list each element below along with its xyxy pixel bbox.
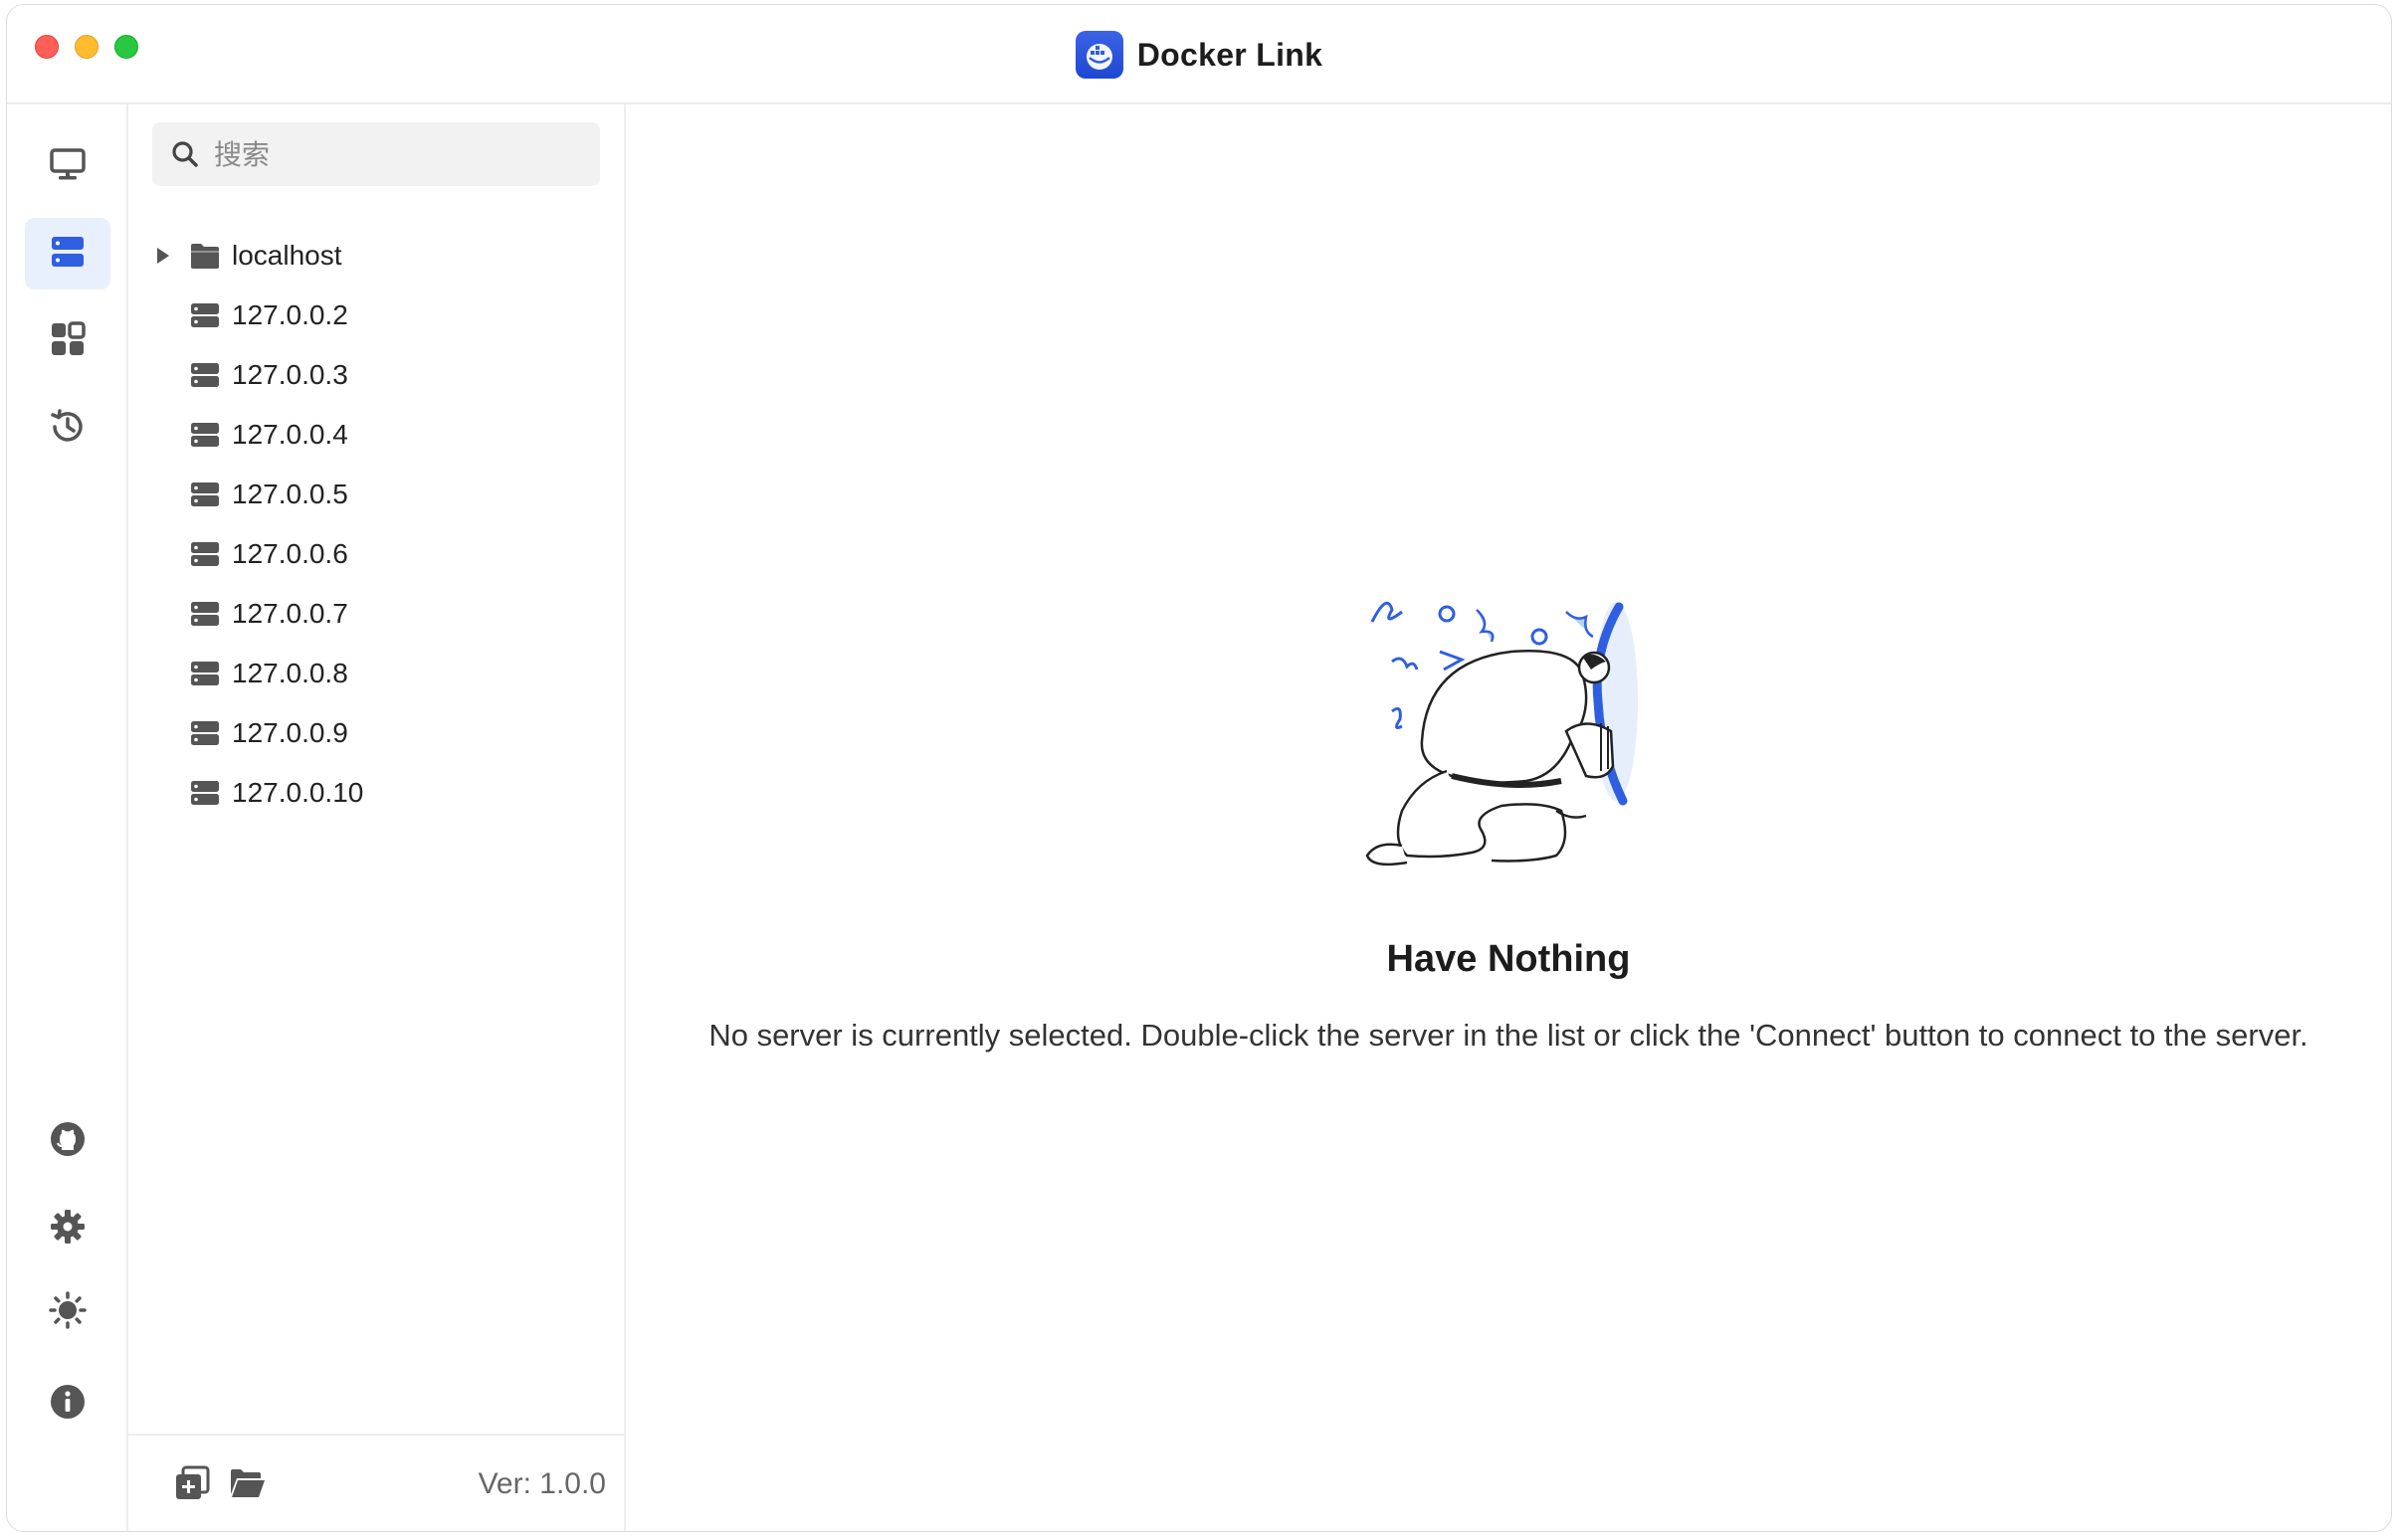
icon-rail xyxy=(7,104,128,1531)
tree-server-label: 127.0.0.5 xyxy=(232,479,348,509)
add-server-button[interactable] xyxy=(172,1465,212,1505)
history-icon xyxy=(48,407,88,452)
tree-server-label: 127.0.0.2 xyxy=(232,299,348,330)
main-panel: Have Nothing No server is currently sele… xyxy=(626,104,2391,1531)
add-server-icon xyxy=(174,1465,210,1506)
server-tree: localhost 127.0.0.2 127.0.0.3 127.0.0.4 127… xyxy=(128,226,624,823)
rail-github-button[interactable] xyxy=(25,1105,110,1177)
server-icon xyxy=(190,420,220,450)
search-box[interactable] xyxy=(152,122,600,186)
tree-server-item[interactable]: 127.0.0.4 xyxy=(128,405,624,465)
sidebar-footer: Ver: 1.0.0 xyxy=(128,1434,624,1531)
empty-state-description: No server is currently selected. Double-… xyxy=(708,1018,2308,1053)
window-title: Docker Link xyxy=(1136,36,1323,73)
rail-settings-button[interactable] xyxy=(25,1193,110,1264)
tree-server-item[interactable]: 127.0.0.10 xyxy=(128,763,624,823)
server-sidebar: localhost 127.0.0.2 127.0.0.3 127.0.0.4 127… xyxy=(128,104,626,1531)
rail-about-button[interactable] xyxy=(25,1368,110,1440)
tree-server-label: 127.0.0.7 xyxy=(232,598,348,629)
search-icon xyxy=(170,139,200,169)
github-icon xyxy=(48,1119,88,1164)
tree-server-item[interactable]: 127.0.0.6 xyxy=(128,524,624,584)
tree-server-item[interactable]: 127.0.0.5 xyxy=(128,465,624,524)
dashboard-grid-icon xyxy=(48,319,88,364)
server-icon xyxy=(190,778,220,808)
server-icon xyxy=(190,300,220,330)
server-icon xyxy=(190,599,220,629)
rail-monitor-button[interactable] xyxy=(25,130,110,202)
tree-server-label: 127.0.0.8 xyxy=(232,658,348,688)
server-icon xyxy=(190,539,220,569)
rail-servers-button[interactable] xyxy=(25,218,110,289)
monitor-icon xyxy=(48,144,88,189)
tree-server-label: 127.0.0.6 xyxy=(232,538,348,569)
server-icon xyxy=(190,659,220,688)
tree-server-label: 127.0.0.10 xyxy=(232,777,364,808)
empty-state-title: Have Nothing xyxy=(1386,938,1631,980)
expand-caret-icon[interactable] xyxy=(148,247,178,265)
server-icon xyxy=(190,480,220,509)
search-input[interactable] xyxy=(212,136,574,172)
server-icon xyxy=(190,360,220,390)
rail-theme-button[interactable] xyxy=(25,1276,110,1348)
gear-icon xyxy=(48,1207,88,1251)
tree-server-label: 127.0.0.3 xyxy=(232,359,348,390)
tree-server-label: 127.0.0.4 xyxy=(232,419,348,450)
tree-group-localhost[interactable]: localhost xyxy=(128,226,624,286)
empty-state-illustration xyxy=(1362,592,1661,880)
rail-dashboard-button[interactable] xyxy=(25,305,110,377)
open-folder-button[interactable] xyxy=(228,1465,268,1505)
folder-icon xyxy=(190,241,220,271)
rail-history-button[interactable] xyxy=(25,393,110,465)
info-icon xyxy=(48,1382,88,1427)
tree-server-item[interactable]: 127.0.0.7 xyxy=(128,584,624,644)
docker-logo-icon xyxy=(1075,31,1123,79)
tree-server-item[interactable]: 127.0.0.8 xyxy=(128,644,624,703)
window-title-group: Docker Link xyxy=(7,31,2391,79)
version-label: Ver: 1.0.0 xyxy=(478,1467,606,1500)
tree-group-label: localhost xyxy=(232,240,342,271)
app-window: Docker Link 搜索 localhost 127.0.0.2 127.0… xyxy=(6,4,2392,1532)
title-bar: Docker Link xyxy=(7,5,2391,104)
tree-server-item[interactable]: 127.0.0.3 xyxy=(128,345,624,405)
sun-icon xyxy=(48,1290,88,1335)
server-icon xyxy=(190,718,220,748)
tree-server-label: 127.0.0.9 xyxy=(232,717,348,748)
server-list-icon xyxy=(48,232,88,277)
tree-server-item[interactable]: 127.0.0.2 xyxy=(128,286,624,345)
tree-server-item[interactable]: 127.0.0.9 xyxy=(128,703,624,763)
open-folder-icon xyxy=(229,1466,267,1505)
